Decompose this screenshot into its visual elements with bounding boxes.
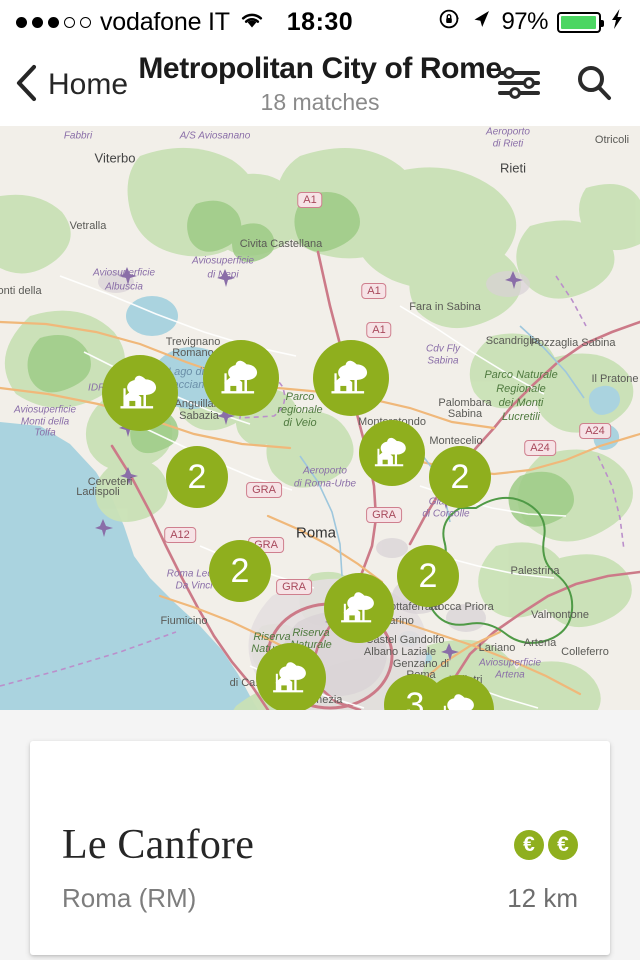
result-distance: 12 km	[507, 882, 578, 913]
back-button-label: Home	[48, 68, 129, 101]
match-count-label: 18 matches	[260, 88, 380, 115]
location-arrow-icon	[470, 8, 492, 37]
result-location: Roma (RM)	[62, 882, 197, 913]
search-icon[interactable]	[574, 63, 614, 108]
euro-coin-icon: €	[548, 829, 578, 860]
signal-dot-filled	[48, 16, 59, 28]
signal-strength-dots	[16, 16, 91, 28]
battery-icon	[557, 11, 604, 33]
map-canvas	[0, 126, 640, 710]
battery-percent-label: 97%	[501, 8, 548, 35]
app-root: vodafone IT 18:30 97% Home Metropolitan …	[0, 0, 640, 960]
page-title: Metropolitan City of Rome	[138, 52, 502, 86]
signal-dot-empty	[80, 16, 91, 28]
result-card[interactable]: Le Canfore € € Roma (RM) 12 km	[30, 741, 610, 955]
signal-dot-filled	[32, 16, 43, 28]
nav-actions	[498, 63, 640, 108]
signal-dot-empty	[64, 16, 75, 28]
status-bar-right: 97%	[439, 8, 624, 37]
signal-dot-filled	[16, 16, 27, 28]
result-title: Le Canfore	[62, 821, 255, 868]
back-button[interactable]: Home	[0, 63, 128, 108]
lightning-bolt-icon	[610, 8, 624, 37]
status-bar: vodafone IT 18:30 97%	[0, 0, 640, 44]
status-bar-left: vodafone IT	[16, 8, 265, 37]
chevron-left-icon	[14, 63, 38, 108]
wifi-icon	[239, 8, 265, 37]
result-card-meta: Roma (RM) 12 km	[62, 869, 578, 914]
filter-sliders-icon[interactable]	[498, 65, 540, 106]
rotation-lock-icon	[439, 8, 461, 37]
price-level-badges: € €	[514, 829, 578, 860]
map-view[interactable]: Viterbo Vetralla Civita Castellana Rieti Aer…	[0, 126, 640, 710]
results-sheet: Le Canfore € € Roma (RM) 12 km	[0, 710, 640, 960]
carrier-label: vodafone IT	[100, 7, 230, 36]
navigation-bar: Home Metropolitan City of Rome 18 matche…	[0, 44, 640, 126]
result-card-header: Le Canfore € €	[62, 821, 578, 869]
euro-coin-icon: €	[514, 829, 544, 860]
